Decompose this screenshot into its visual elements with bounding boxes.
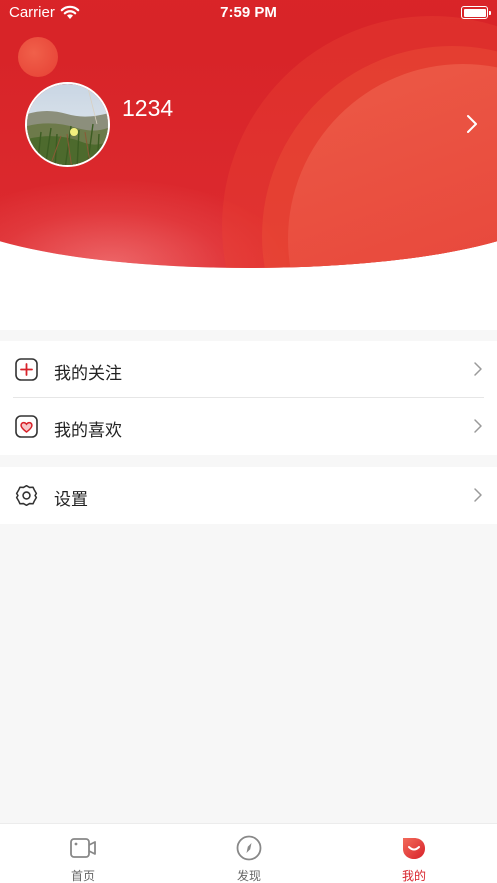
menu-item-likes[interactable]: 我的喜欢 <box>0 398 497 455</box>
tab-bar: 首页 发现 我的 <box>0 823 497 883</box>
menu-item-following[interactable]: 我的关注 <box>0 341 497 398</box>
gear-icon <box>15 484 38 507</box>
tab-label: 我的 <box>401 869 426 883</box>
header-bubble-decoration <box>18 37 58 77</box>
menu-group-settings: 设置 <box>0 467 497 524</box>
menu-group-favorites: 我的关注 我的喜欢 <box>0 341 497 455</box>
tab-home[interactable]: 首页 <box>0 824 166 883</box>
video-camera-icon <box>70 838 96 858</box>
menu-item-label: 我的喜欢 <box>54 421 122 441</box>
battery-icon <box>461 6 491 19</box>
chevron-right-icon <box>474 488 482 502</box>
tab-discover[interactable]: 发现 <box>166 824 332 883</box>
menu-item-settings[interactable]: 设置 <box>0 467 497 524</box>
plus-square-icon <box>15 358 38 381</box>
tab-mine[interactable]: 我的 <box>331 824 497 883</box>
chevron-right-icon[interactable] <box>462 114 482 134</box>
tab-label: 发现 <box>236 869 261 883</box>
status-bar: Carrier 7:59 PM <box>0 0 497 26</box>
avatar-photo <box>27 84 108 165</box>
menu-item-label: 我的关注 <box>54 364 122 384</box>
username[interactable]: 1234 <box>122 95 173 122</box>
profile-icon <box>403 838 425 859</box>
menu-item-label: 设置 <box>54 490 88 510</box>
heart-square-icon <box>15 415 38 438</box>
avatar[interactable] <box>25 82 110 167</box>
chevron-right-icon <box>474 362 482 376</box>
compass-icon <box>236 835 262 861</box>
profile-header: Carrier 7:59 PM 1234 <box>0 0 497 330</box>
chevron-right-icon <box>474 419 482 433</box>
clock: 7:59 PM <box>220 4 277 21</box>
tab-label: 首页 <box>70 869 95 883</box>
